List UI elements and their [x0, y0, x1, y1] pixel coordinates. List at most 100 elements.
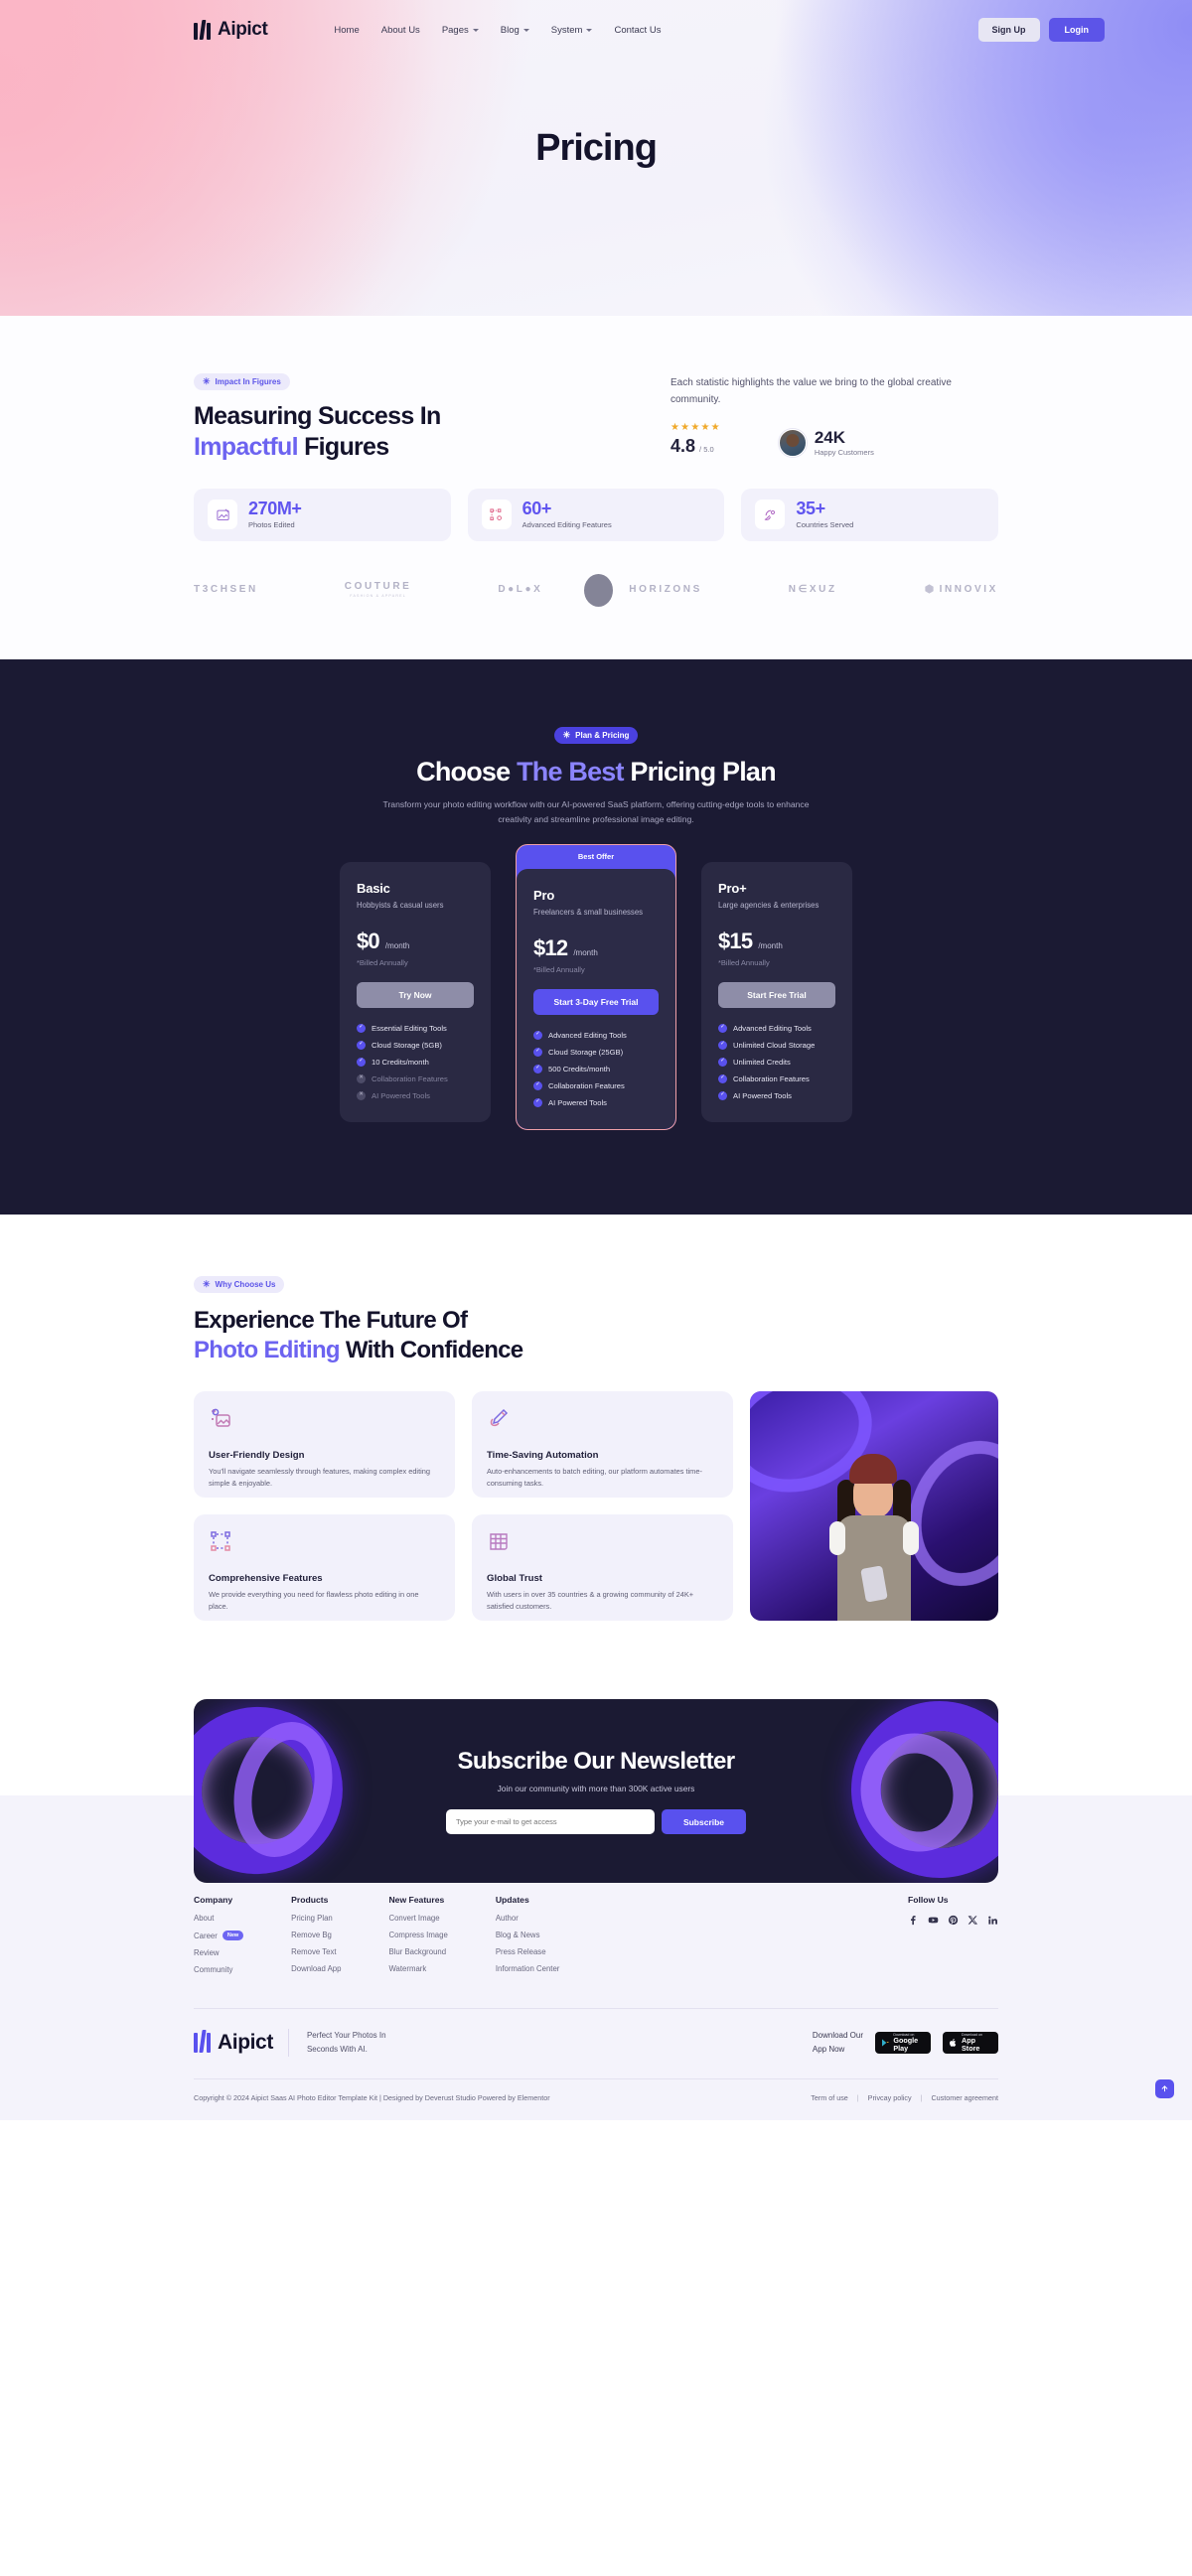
- footer-link-blog-news[interactable]: Blog & News: [496, 1931, 560, 1939]
- footer-link-about[interactable]: About: [194, 1914, 243, 1923]
- stats-badge: ✳ Impact In Figures: [194, 373, 290, 390]
- footer-link-pricing-plan[interactable]: Pricing Plan: [291, 1914, 341, 1923]
- cursor-blob: [584, 573, 613, 607]
- plan-feature-label: Unlimited Cloud Storage: [733, 1040, 816, 1050]
- newsletter-email-input[interactable]: [445, 1809, 655, 1834]
- globe-grid-icon: [487, 1529, 718, 1553]
- nav-item-pages[interactable]: Pages: [442, 25, 479, 36]
- plan-cta-start-free-trial[interactable]: Start Free Trial: [718, 981, 835, 1008]
- footer-link-convert-image[interactable]: Convert Image: [388, 1914, 447, 1923]
- why-heading-line1: Experience The Future Of: [194, 1306, 468, 1334]
- linkedin-icon[interactable]: [987, 1915, 998, 1926]
- nav-item-blog[interactable]: Blog: [501, 25, 529, 36]
- plan-billing-note: *Billed Annually: [533, 964, 585, 974]
- footer-tagline: Perfect Your Photos In Seconds With AI.: [287, 2029, 386, 2057]
- footer-link-remove-text[interactable]: Remove Text: [291, 1947, 341, 1956]
- stats-heading-line1: Measuring Success In: [194, 402, 441, 430]
- follow-us-title: Follow Us: [908, 1895, 949, 1905]
- pricing-plans: Basic Hobbyists & casual users $0 /month…: [115, 843, 1077, 1130]
- plan-name: Basic: [357, 880, 390, 896]
- plan-feature-label: Advanced Editing Tools: [548, 1030, 627, 1040]
- legal-link-customer-agreement[interactable]: Customer agreement: [931, 2093, 998, 2102]
- feature-title: Comprehensive Features: [209, 1573, 323, 1584]
- footer-link-remove-bg[interactable]: Remove Bg: [291, 1931, 341, 1939]
- nav-item-contact-us[interactable]: Contact Us: [614, 25, 661, 36]
- stat-label: Advanced Editing Features: [522, 519, 612, 529]
- footer-brand[interactable]: Aipict: [194, 2030, 273, 2055]
- asterisk-icon: ✳: [203, 376, 211, 386]
- pinterest-icon[interactable]: [948, 1915, 959, 1926]
- customers-label: Happy Customers: [814, 447, 874, 457]
- logo-label: D●L●X: [498, 583, 543, 595]
- pricing-heading-pre: Choose: [416, 756, 518, 787]
- footer-link-review[interactable]: Review: [194, 1948, 243, 1957]
- footer-link-community[interactable]: Community: [194, 1965, 243, 1974]
- logo-label: T3CHSEN: [194, 583, 258, 595]
- stat-card: 60+ Advanced Editing Features: [467, 488, 725, 541]
- nav-item-system[interactable]: System: [551, 25, 593, 36]
- sign-up-button[interactable]: Sign Up: [977, 18, 1040, 42]
- avatar: [778, 429, 807, 457]
- plan-feature-label: Unlimited Credits: [733, 1057, 791, 1067]
- pricing-badge: ✳ Plan & Pricing: [553, 726, 639, 744]
- app-store-badge[interactable]: Download on App Store: [943, 2032, 998, 2054]
- rating-group: ★★★★★ 4.8 / 5.0: [670, 422, 721, 457]
- logo-sublabel: FASHION & APPAREL: [350, 593, 406, 598]
- footer-link-label: Information Center: [495, 1964, 560, 1973]
- plan-feature-label: AI Powered Tools: [372, 1090, 430, 1100]
- footer-column-new-features: New Features Convert Image Compress Imag…: [388, 1895, 447, 1982]
- why-heading: Experience The Future Of Photo Editing W…: [194, 1306, 998, 1366]
- footer-link-press-release[interactable]: Press Release: [496, 1947, 560, 1956]
- google-play-badge[interactable]: Download on Google Play: [875, 2032, 931, 2054]
- separator: |: [856, 2093, 859, 2102]
- footer-link-label: Review: [194, 1948, 220, 1957]
- feature-text: With users in over 35 countries & a grow…: [487, 1590, 694, 1612]
- newsletter-subscribe-button[interactable]: Subscribe: [661, 1809, 747, 1834]
- nav-item-about-us[interactable]: About Us: [381, 25, 420, 36]
- footer-link-label: Author: [495, 1914, 519, 1923]
- footer-link-label: Pricing Plan: [291, 1914, 333, 1923]
- footer-link-career[interactable]: Career New: [194, 1931, 244, 1940]
- youtube-icon[interactable]: [928, 1915, 939, 1926]
- footer-link-blur-background[interactable]: Blur Background: [388, 1947, 447, 1956]
- satellite-dish-icon: [755, 500, 786, 529]
- why-badge: ✳ Why Choose Us: [194, 1275, 285, 1293]
- main-navigation: Aipict Home About Us Pages Blog System C…: [0, 0, 1192, 60]
- legal-link-privacy-policy[interactable]: Privcay policy: [868, 2093, 912, 2102]
- brand-logo[interactable]: Aipict: [194, 19, 268, 41]
- stats-heading-accent: Impactful: [194, 433, 299, 462]
- footer-link-watermark[interactable]: Watermark: [388, 1964, 447, 1973]
- footer-link-compress-image[interactable]: Compress Image: [388, 1931, 447, 1939]
- cube-icon: [924, 584, 934, 594]
- footer-column-updates: Updates Author Blog & News Press Release…: [496, 1895, 560, 1982]
- plan-feature-label: 10 Credits/month: [372, 1057, 429, 1067]
- footer-link-label: Remove Text: [291, 1947, 337, 1956]
- logo-innovix: INNOVIX: [924, 583, 998, 595]
- footer-link-information-center[interactable]: Information Center: [496, 1964, 560, 1973]
- rating-value: 4.8: [670, 436, 696, 456]
- plan-feature: ✓ Collaboration Features: [718, 1073, 835, 1083]
- footer-link-download-app[interactable]: Download App: [291, 1964, 341, 1973]
- plan-feature-label: Collaboration Features: [733, 1073, 810, 1083]
- footer-column-title: Products: [291, 1895, 329, 1905]
- plan-price: $12: [533, 934, 568, 960]
- x-twitter-icon[interactable]: [968, 1915, 978, 1926]
- plan-cta-try-now[interactable]: Try Now: [357, 981, 474, 1008]
- check-icon: ✓: [533, 1064, 542, 1073]
- login-button[interactable]: Login: [1048, 18, 1105, 42]
- footer-link-label: Remove Bg: [291, 1931, 332, 1939]
- feature-text: You'll navigate seamlessly through featu…: [209, 1467, 430, 1489]
- feature-title: User-Friendly Design: [209, 1450, 305, 1461]
- back-to-top-button[interactable]: [1155, 2079, 1174, 2098]
- legal-link-term-of-use[interactable]: Term of use: [811, 2093, 848, 2102]
- footer-link-author[interactable]: Author: [496, 1914, 560, 1923]
- facebook-icon[interactable]: [908, 1915, 919, 1926]
- logo-horizons: HORIZONS: [629, 584, 702, 595]
- nav-item-home[interactable]: Home: [334, 25, 359, 36]
- plan-feature-label: 500 Credits/month: [548, 1064, 611, 1073]
- happy-customers-group: 24K Happy Customers: [778, 428, 874, 457]
- nav-label: About Us: [380, 24, 420, 36]
- plan-cta-start-3-day-free-trial[interactable]: Start 3-Day Free Trial: [533, 988, 659, 1015]
- page-root: Aipict Home About Us Pages Blog System C…: [0, 0, 1192, 2120]
- check-icon: ✓: [718, 1057, 727, 1067]
